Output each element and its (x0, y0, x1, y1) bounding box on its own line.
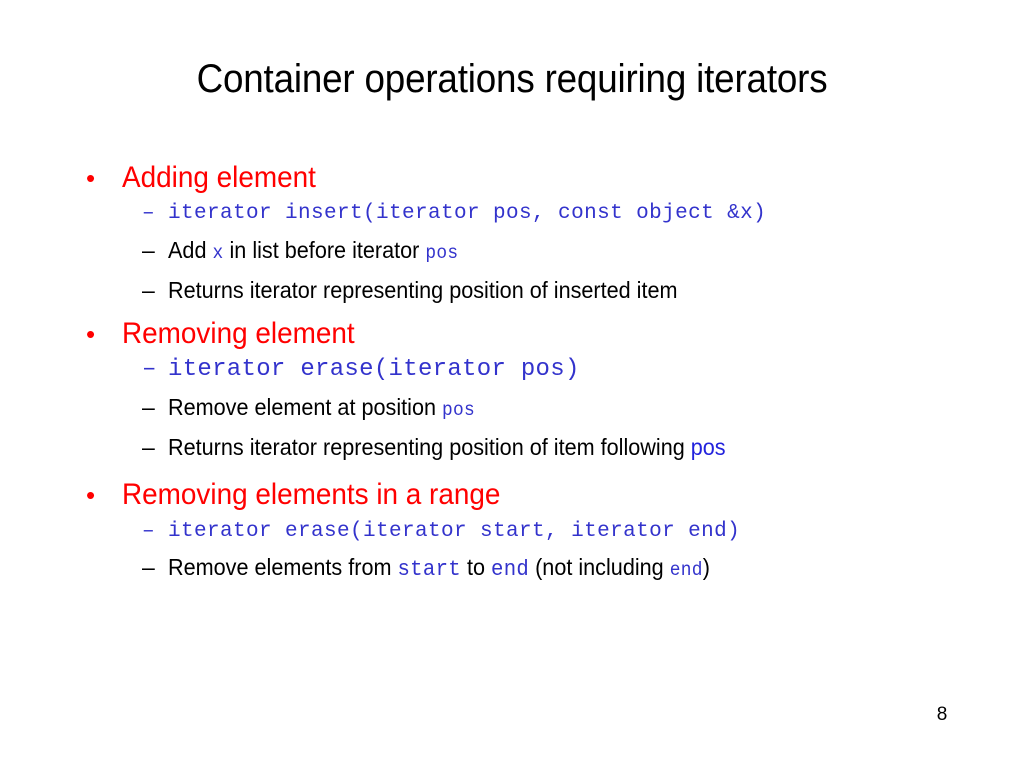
text-fragment: in list before iterator (223, 236, 426, 263)
bullet-label: Removing elements in a range (122, 478, 501, 512)
bullet-dot-icon: • (86, 480, 96, 511)
bullet-adding-element: • Adding element (80, 160, 960, 195)
text-fragment: Remove elements from (168, 554, 398, 581)
description-text: Remove elements from start to end (not i… (168, 548, 710, 589)
bullet-dot-icon: • (86, 163, 96, 193)
text-fragment: ) (702, 554, 710, 581)
text-fragment: Returns iterator representing position o… (168, 433, 691, 460)
dash-icon: – (142, 433, 155, 460)
dash-icon: – (142, 554, 155, 581)
dash-icon: – (142, 394, 155, 421)
code-token-end-2: end (669, 559, 703, 582)
dash-icon: – (142, 356, 157, 384)
code-token-pos: pos (442, 399, 476, 422)
description-text: Returns iterator representing position o… (168, 276, 678, 303)
code-token-pos: pos (425, 241, 459, 264)
bullet-dot-icon: • (86, 319, 96, 350)
page-number: 8 (936, 704, 948, 725)
text-fragment: Remove element at position (168, 394, 443, 421)
bullet-label: Adding element (122, 161, 316, 194)
text-fragment: (not including (529, 554, 670, 581)
dash-icon: – (142, 276, 155, 303)
sub-bullet-insert-signature: – iterator insert(iterator pos, const ob… (80, 197, 960, 231)
code-signature: iterator insert(iterator pos, const obje… (168, 202, 767, 226)
sub-bullet-insert-return: – Returns iterator representing position… (80, 271, 960, 311)
code-token-end: end (491, 557, 530, 583)
description-text: Add x in list before iterator pos (168, 231, 458, 271)
bullet-label: Removing element (122, 317, 355, 351)
sub-bullet-add-x-description: – Add x in list before iterator pos (80, 231, 960, 271)
code-token-start: start (397, 557, 461, 583)
dash-icon: – (142, 202, 155, 226)
dash-icon: – (142, 236, 155, 263)
sub-bullet-remove-at-pos: – Remove element at position pos (80, 388, 960, 428)
sub-bullet-erase-range-signature: – iterator erase(iterator start, iterato… (80, 515, 960, 549)
text-fragment: to (460, 554, 492, 581)
slide-body: • Adding element – iterator insert(itera… (80, 160, 960, 589)
text-fragment: Add (168, 236, 213, 263)
description-text: Returns iterator representing position o… (168, 428, 726, 468)
sub-bullet-erase-return: – Returns iterator representing position… (80, 428, 960, 468)
bullet-removing-element: • Removing element (80, 316, 960, 351)
code-signature: iterator erase(iterator pos) (168, 356, 580, 384)
code-token-x: x (212, 241, 224, 264)
slide-canvas: Container operations requiring iterators… (0, 0, 1024, 768)
code-signature: iterator erase(iterator start, iterator … (168, 519, 741, 543)
highlight-token-pos: pos (690, 433, 726, 460)
sub-bullet-remove-range-description: – Remove elements from start to end (not… (80, 548, 960, 589)
bullet-removing-range: • Removing elements in a range (80, 477, 960, 512)
description-text: Remove element at position pos (168, 388, 475, 428)
sub-bullet-erase-pos-signature: – iterator erase(iterator pos) (80, 353, 960, 388)
dash-icon: – (142, 519, 155, 543)
page-title: Container operations requiring iterators (196, 57, 828, 101)
